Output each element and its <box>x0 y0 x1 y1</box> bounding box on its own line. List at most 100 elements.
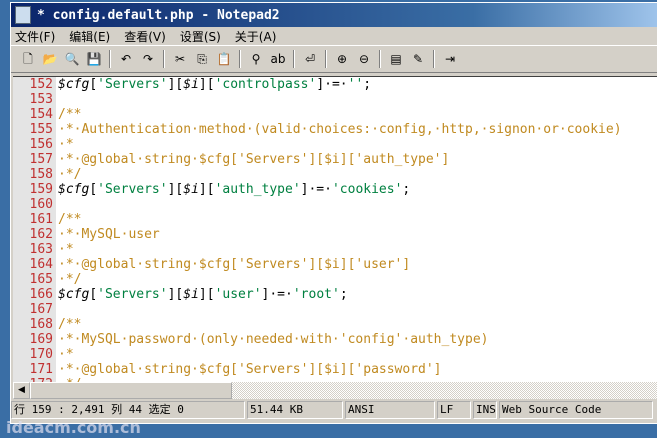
browse-icon[interactable]: 🔍 <box>64 51 80 67</box>
scheme-icon[interactable]: ▤ <box>388 51 404 67</box>
code-token: /** <box>58 212 82 227</box>
toolbar-separator <box>163 50 165 68</box>
cut-icon[interactable]: ✂ <box>172 51 188 67</box>
exit-icon[interactable]: ⇥ <box>442 51 458 67</box>
horizontal-scrollbar[interactable]: ◀ <box>13 382 657 399</box>
replace-icon[interactable]: ab <box>270 51 286 67</box>
code-token: ·* <box>58 137 74 152</box>
code-line: 153 <box>13 92 657 107</box>
code-token: 'controlpass' <box>214 77 317 92</box>
code-token: 'Servers' <box>97 182 168 197</box>
line-number: 159 <box>13 182 56 197</box>
code-text: /** <box>56 317 81 332</box>
code-line: 160 <box>13 197 657 212</box>
code-line: 169 ·*·MySQL·password·(only·needed·with·'… <box>13 332 657 347</box>
code-token: ][ <box>167 287 184 302</box>
status-size: 51.44 KB <box>247 401 343 419</box>
code-token: ]·=· <box>300 182 332 197</box>
menu-about[interactable]: 关于(A) <box>235 28 277 45</box>
code-text: ·* <box>56 137 74 152</box>
code-token: ·*/ <box>58 167 82 182</box>
menu-file[interactable]: 文件(F) <box>15 28 55 45</box>
status-bar: 行 159 : 2,491 列 44 选定 0 51.44 KB ANSI LF… <box>11 401 657 419</box>
code-token: ; <box>339 287 348 302</box>
code-text: ·*/ <box>56 272 81 287</box>
line-number: 152 <box>13 77 56 92</box>
menu-settings[interactable]: 设置(S) <box>180 28 221 45</box>
code-line: 168/** <box>13 317 657 332</box>
code-token: ][ <box>198 182 215 197</box>
word-wrap-icon[interactable]: ⏎ <box>302 51 318 67</box>
toolbar-separator <box>109 50 111 68</box>
new-icon[interactable]: 🗋 <box>20 51 36 67</box>
zoom-in-icon[interactable]: ⊕ <box>334 51 350 67</box>
code-token: ]·=· <box>316 77 348 92</box>
code-text: ·*·@global·string·$cfg['Servers'][$i]['u… <box>56 257 410 272</box>
code-token: ·*/ <box>58 272 82 287</box>
menu-view[interactable]: 查看(V) <box>124 28 166 45</box>
toolbar-separator <box>379 50 381 68</box>
code-token: [ <box>89 77 98 92</box>
status-encoding[interactable]: ANSI <box>345 401 435 419</box>
redo-icon[interactable]: ↷ <box>140 51 156 67</box>
code-token: ·*·MySQL·user <box>58 227 160 242</box>
code-token: 'Servers' <box>97 77 168 92</box>
status-scheme[interactable]: Web Source Code <box>499 401 653 419</box>
line-number: 155 <box>13 122 56 137</box>
code-text: ·*·Authentication·method·(valid·choices:… <box>56 122 622 137</box>
code-token: ; <box>363 77 372 92</box>
line-number: 167 <box>13 302 56 317</box>
code-token: /** <box>58 107 82 122</box>
code-line: 171 ·*·@global·string·$cfg['Servers'][$i]… <box>13 362 657 377</box>
code-line: 161/** <box>13 212 657 227</box>
undo-icon[interactable]: ↶ <box>118 51 134 67</box>
line-number: 160 <box>13 197 56 212</box>
status-eol[interactable]: LF <box>437 401 471 419</box>
menu-bar: 文件(F) 编辑(E) 查看(V) 设置(S) 关于(A) <box>11 27 657 45</box>
code-token: 'cookies' <box>331 182 403 197</box>
code-token: $cfg <box>58 77 90 92</box>
code-text: ·*/ <box>56 167 81 182</box>
line-number: 170 <box>13 347 56 362</box>
save-icon[interactable]: 💾 <box>86 51 102 67</box>
code-line: 164 ·*·@global·string·$cfg['Servers'][$i]… <box>13 257 657 272</box>
code-token: 'root' <box>292 287 340 302</box>
code-text: $cfg['Servers'][$i]['user']·=·'root'; <box>56 287 348 302</box>
code-line: 170 ·* <box>13 347 657 362</box>
scroll-left-button[interactable]: ◀ <box>13 382 30 399</box>
code-token: [ <box>89 182 98 197</box>
find-icon[interactable]: ⚲ <box>248 51 264 67</box>
status-mode: INS <box>473 401 497 419</box>
code-token: 'user' <box>214 287 262 302</box>
line-number: 166 <box>13 287 56 302</box>
paste-icon[interactable]: 📋 <box>216 51 232 67</box>
code-line: 155 ·*·Authentication·method·(valid·choic… <box>13 122 657 137</box>
menu-edit[interactable]: 编辑(E) <box>69 28 110 45</box>
code-token: ·*·MySQL·password·(only·needed·with·'con… <box>58 332 489 347</box>
code-line: 154/** <box>13 107 657 122</box>
line-number: 157 <box>13 152 56 167</box>
code-line: 158 ·*/ <box>13 167 657 182</box>
code-line: 152 $cfg['Servers'][$i]['controlpass']·=·… <box>13 77 657 92</box>
line-number: 154 <box>13 107 56 122</box>
code-editor[interactable]: 152 $cfg['Servers'][$i]['controlpass']·=·… <box>13 76 657 383</box>
code-token: ][ <box>198 77 215 92</box>
code-text: /** <box>56 107 81 122</box>
code-token: [ <box>89 287 98 302</box>
scroll-thumb[interactable] <box>30 382 232 399</box>
status-position: 行 159 : 2,491 列 44 选定 0 <box>11 401 245 419</box>
open-icon[interactable]: 📂 <box>42 51 58 67</box>
code-line: 159 $cfg['Servers'][$i]['auth_type']·=·'c… <box>13 182 657 197</box>
watermark: ideacm.com.cn <box>6 418 141 437</box>
notepad2-window: * config.default.php - Notepad2 文件(F) 编辑… <box>10 2 657 424</box>
code-line: 157 ·*·@global·string·$cfg['Servers'][$i]… <box>13 152 657 167</box>
toolbar-separator <box>433 50 435 68</box>
copy-icon[interactable]: ⎘ <box>194 51 210 67</box>
title-bar: * config.default.php - Notepad2 <box>11 3 657 27</box>
code-token: 'auth_type' <box>214 182 301 197</box>
customize-scheme-icon[interactable]: ✎ <box>410 51 426 67</box>
line-number: 169 <box>13 332 56 347</box>
zoom-out-icon[interactable]: ⊖ <box>356 51 372 67</box>
code-token: ·*·@global·string·$cfg['Servers'][$i]['a… <box>58 152 450 167</box>
